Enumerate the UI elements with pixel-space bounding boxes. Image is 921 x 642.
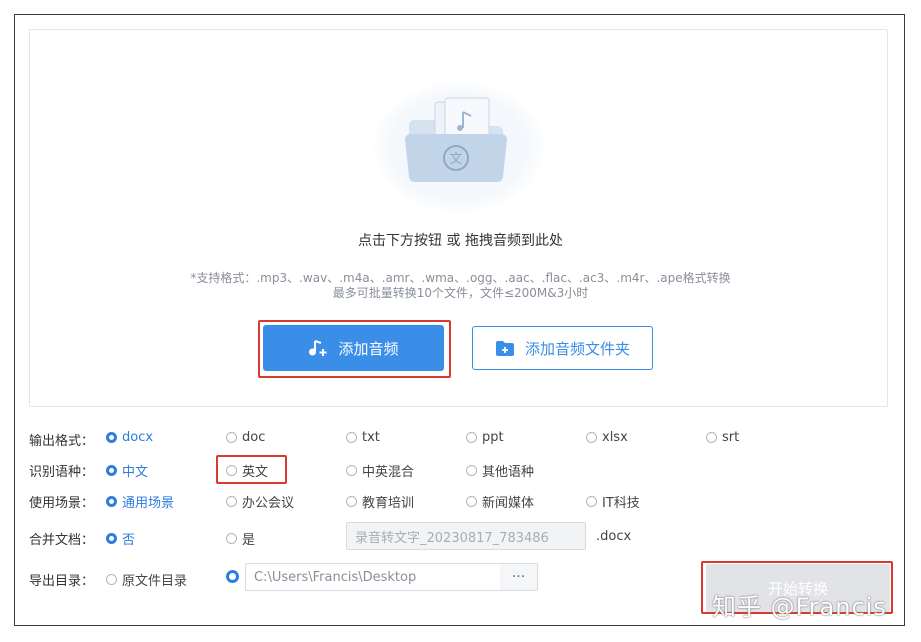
folder-document-icon: 文 bbox=[405, 97, 507, 182]
music-note-plus-icon bbox=[309, 340, 327, 356]
language-label: 识别语种： bbox=[29, 465, 95, 480]
upload-prompt: 点击下方按钮 或 拖拽音频到此处 bbox=[358, 233, 563, 249]
language-other-text: 其他语种 bbox=[482, 465, 535, 480]
add-folder-label: 添加音频文件夹 bbox=[524, 339, 630, 358]
export-label: 导出目录： bbox=[29, 574, 95, 589]
radio-icon bbox=[466, 465, 477, 476]
scene-it-text: IT科技 bbox=[602, 496, 640, 511]
radio-icon bbox=[106, 574, 117, 585]
language-option-english[interactable]: 英文 bbox=[226, 461, 268, 480]
scene-label: 使用场景： bbox=[29, 496, 95, 511]
scene-option-meeting[interactable]: 办公会议 bbox=[226, 492, 294, 511]
export-option-custom-dir[interactable] bbox=[226, 570, 239, 583]
radio-icon bbox=[346, 465, 357, 476]
merge-no-text: 否 bbox=[122, 533, 136, 548]
format-option-srt[interactable]: srt bbox=[706, 430, 739, 445]
radio-checked-icon bbox=[106, 496, 117, 507]
radio-icon bbox=[346, 496, 357, 507]
merge-yes-text: 是 bbox=[242, 533, 256, 548]
format-option-xlsx[interactable]: xlsx bbox=[586, 430, 628, 445]
merged-filename-text: 录音转文字_20230817_783486 bbox=[355, 530, 549, 546]
merge-option-no[interactable]: 否 bbox=[106, 529, 135, 548]
export-option-source-dir[interactable]: 原文件目录 bbox=[106, 570, 187, 589]
svg-text:文: 文 bbox=[449, 152, 462, 167]
scene-meeting-text: 办公会议 bbox=[242, 496, 295, 511]
radio-icon bbox=[466, 432, 477, 443]
add-folder-button[interactable]: 添加音频文件夹 bbox=[472, 326, 653, 370]
language-chinese-text: 中文 bbox=[122, 465, 149, 480]
radio-icon bbox=[586, 432, 597, 443]
format-xlsx-text: xlsx bbox=[602, 430, 628, 445]
radio-icon bbox=[226, 465, 237, 476]
format-option-docx[interactable]: docx bbox=[106, 430, 153, 445]
export-path-input[interactable]: C:\Users\Francis\Desktop bbox=[245, 563, 501, 591]
folder-plus-icon bbox=[495, 340, 514, 356]
watermark: 知乎 @Francis bbox=[712, 593, 887, 621]
export-source-dir-text: 原文件目录 bbox=[122, 574, 188, 589]
language-option-chinese[interactable]: 中文 bbox=[106, 461, 148, 480]
merge-label: 合并文档： bbox=[29, 533, 95, 548]
merged-filename-input[interactable]: 录音转文字_20230817_783486 bbox=[346, 522, 586, 550]
format-option-ppt[interactable]: ppt bbox=[466, 430, 504, 445]
format-option-txt[interactable]: txt bbox=[346, 430, 380, 445]
language-english-text: 英文 bbox=[242, 465, 269, 480]
radio-checked-icon bbox=[106, 432, 117, 443]
scene-option-it[interactable]: IT科技 bbox=[586, 492, 640, 511]
scene-option-general[interactable]: 通用场景 bbox=[106, 492, 174, 511]
radio-icon bbox=[346, 432, 357, 443]
batch-limit-hint: 最多可批量转换10个文件，文件≤200M&3小时 bbox=[332, 286, 589, 300]
radio-icon bbox=[706, 432, 717, 443]
language-option-mixed[interactable]: 中英混合 bbox=[346, 461, 414, 480]
format-doc-text: doc bbox=[242, 430, 266, 445]
scene-news-text: 新闻媒体 bbox=[482, 496, 535, 511]
radio-checked-icon bbox=[106, 465, 117, 476]
radio-icon bbox=[226, 533, 237, 544]
merge-option-yes[interactable]: 是 bbox=[226, 529, 255, 548]
scene-option-news[interactable]: 新闻媒体 bbox=[466, 492, 534, 511]
scene-education-text: 教育培训 bbox=[362, 496, 415, 511]
radio-icon bbox=[226, 496, 237, 507]
radio-icon bbox=[586, 496, 597, 507]
format-txt-text: txt bbox=[362, 430, 380, 445]
add-audio-label: 添加音频 bbox=[338, 339, 399, 358]
radio-checked-icon bbox=[106, 533, 117, 544]
radio-checked-icon bbox=[226, 570, 239, 583]
scene-option-education[interactable]: 教育培训 bbox=[346, 492, 414, 511]
language-mixed-text: 中英混合 bbox=[362, 465, 415, 480]
format-srt-text: srt bbox=[722, 430, 740, 445]
language-option-other[interactable]: 其他语种 bbox=[466, 461, 534, 480]
format-option-doc[interactable]: doc bbox=[226, 430, 265, 445]
format-docx-text: docx bbox=[122, 430, 154, 445]
scene-general-text: 通用场景 bbox=[122, 496, 175, 511]
export-path-text: C:\Users\Francis\Desktop bbox=[254, 569, 417, 585]
radio-icon bbox=[466, 496, 477, 507]
merged-file-extension: .docx bbox=[596, 529, 632, 544]
radio-icon bbox=[226, 432, 237, 443]
add-audio-button[interactable]: 添加音频 bbox=[263, 325, 444, 371]
browse-button[interactable]: ··· bbox=[500, 563, 538, 591]
output-format-label: 输出格式： bbox=[29, 434, 95, 449]
format-ppt-text: ppt bbox=[482, 430, 504, 445]
